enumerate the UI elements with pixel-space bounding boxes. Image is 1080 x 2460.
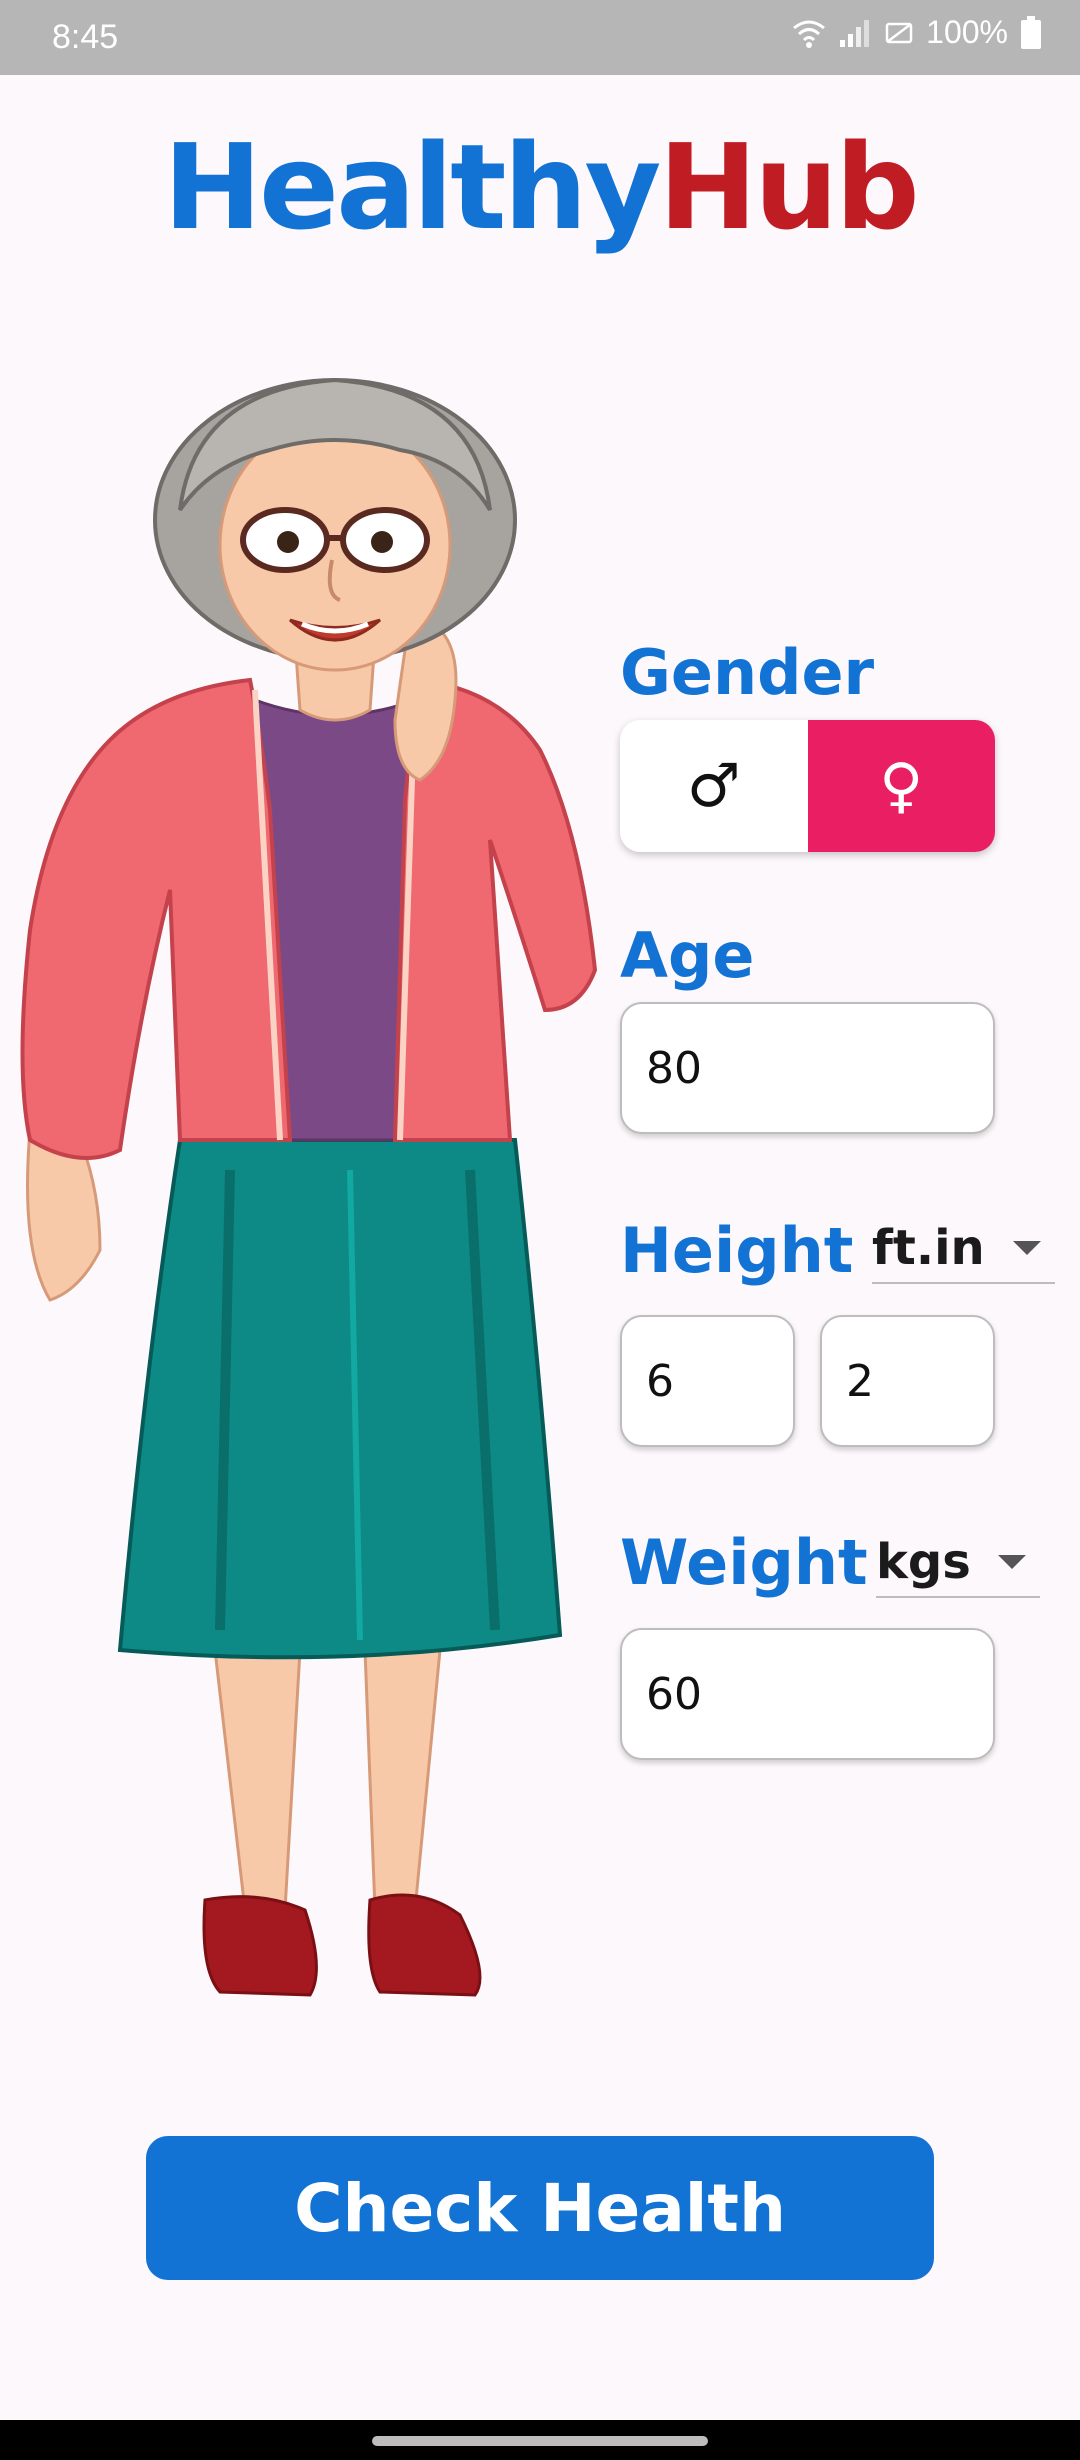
weight-input[interactable]: 60 <box>620 1628 995 1760</box>
male-icon: ♂ <box>686 751 741 821</box>
age-input[interactable]: 80 <box>620 1002 995 1134</box>
height-feet-input[interactable]: 6 <box>620 1315 795 1447</box>
chevron-down-icon <box>998 1555 1026 1569</box>
elderly-woman-illustration <box>20 377 598 1997</box>
battery-percent: 100% <box>926 14 1008 50</box>
female-icon: ♀ <box>879 751 924 821</box>
no-sim-icon <box>885 22 913 43</box>
chevron-down-icon <box>1013 1241 1041 1255</box>
status-time: 8:45 <box>52 18 119 56</box>
status-bar: 8:45 100% <box>0 0 1080 75</box>
gender-label: Gender <box>620 636 875 709</box>
height-unit-dropdown[interactable]: ft.in <box>872 1214 1055 1284</box>
female-option-button[interactable]: ♀ <box>807 720 995 852</box>
battery-icon <box>1021 15 1041 49</box>
gender-toggle: ♂ ♀ <box>620 720 995 852</box>
status-icons: 100% <box>792 14 1042 51</box>
height-unit-value: ft.in <box>872 1220 985 1276</box>
app-logo: HealthyHub <box>0 128 1080 246</box>
height-inches-input[interactable]: 2 <box>820 1315 995 1447</box>
home-gesture-handle[interactable] <box>372 2436 708 2446</box>
logo-part-hub: Hub <box>658 118 919 256</box>
male-option-button[interactable]: ♂ <box>620 720 808 852</box>
signal-icon <box>840 19 870 47</box>
logo-part-healthy: Healthy <box>163 118 661 256</box>
weight-unit-dropdown[interactable]: kgs <box>876 1528 1040 1598</box>
check-health-button[interactable]: Check Health <box>146 2136 934 2280</box>
weight-unit-value: kgs <box>876 1534 971 1590</box>
weight-label: Weight <box>620 1526 868 1599</box>
age-label: Age <box>620 919 755 992</box>
wifi-icon <box>793 20 826 48</box>
height-label: Height <box>620 1214 854 1287</box>
